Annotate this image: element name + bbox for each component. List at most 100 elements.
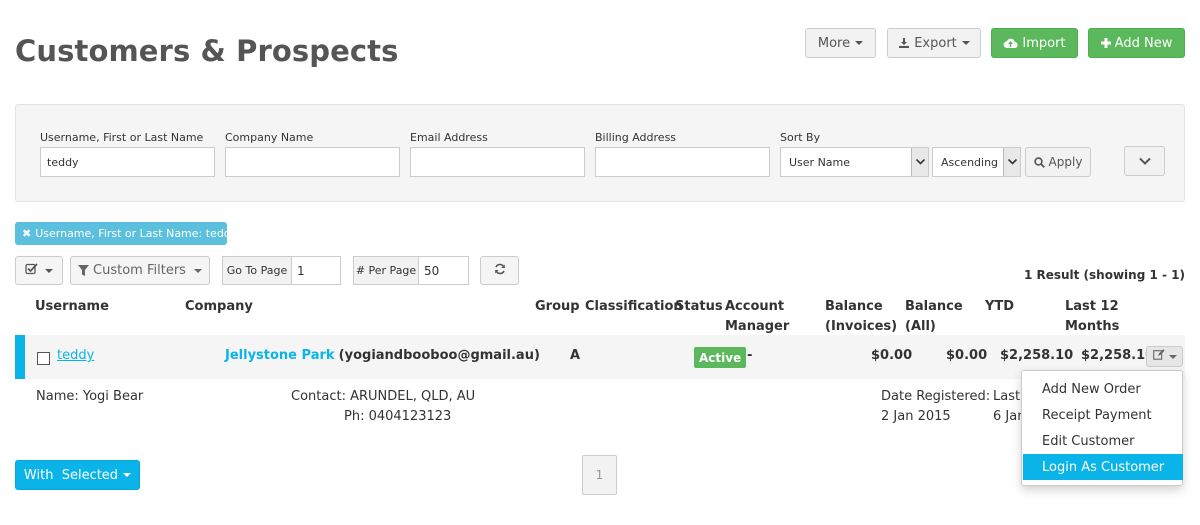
last-12-months-cell: $2,258.10 <box>1081 348 1155 363</box>
close-icon[interactable]: ✖ <box>22 227 31 240</box>
account-manager-cell: - <box>747 348 753 363</box>
date-registered-value: 2 Jan 2015 <box>881 409 951 424</box>
apply-button-label: Apply <box>1048 155 1083 169</box>
sort-by-value: User Name <box>789 155 851 169</box>
column-header-account-manager-line1: Account <box>725 299 785 314</box>
row-actions-button[interactable] <box>1146 346 1183 367</box>
balance-invoices-cell: $0.00 <box>871 348 913 363</box>
import-button-label: Import <box>1022 35 1066 51</box>
go-to-page-label: Go To Page <box>222 256 292 285</box>
row-selection-indicator <box>15 335 25 379</box>
pagination-page[interactable]: 1 <box>582 455 617 495</box>
menu-item-add-new-order[interactable]: Add New Order <box>1023 376 1183 402</box>
chevron-down-icon <box>1003 148 1020 176</box>
select-actions-button[interactable] <box>15 256 63 285</box>
email-filter-label: Email Address <box>410 131 488 144</box>
email-filter-input[interactable] <box>410 147 585 177</box>
expand-filters-button[interactable] <box>1124 146 1165 176</box>
with-selected-label: With Selected <box>23 467 119 483</box>
column-header-last-12-months-line2: Months <box>1065 319 1120 334</box>
username-filter-label: Username, First or Last Name <box>40 131 204 144</box>
column-header-account-manager-line2: Manager <box>725 319 790 334</box>
with-selected-button[interactable]: With Selected <box>15 460 140 490</box>
refresh-button[interactable] <box>480 256 519 285</box>
column-header-account-manager[interactable]: Account Manager <box>725 297 789 337</box>
export-button[interactable]: Export <box>887 28 981 58</box>
column-header-balance-all[interactable]: Balance (All) <box>905 297 963 337</box>
company-link[interactable]: Jellystone Park <box>225 348 335 363</box>
customer-name: Name: Yogi Bear <box>36 389 144 404</box>
company-filter-label: Company Name <box>225 131 314 144</box>
last-activity-label: Last <box>993 389 1021 404</box>
go-to-page-input[interactable]: 1 <box>291 256 341 285</box>
page-title: Customers & Prospects <box>15 34 399 68</box>
group-cell: A <box>570 348 581 363</box>
add-new-button-label: Add New <box>1114 35 1173 51</box>
result-count: 1 Result (showing 1 - 1) <box>1023 268 1185 282</box>
ytd-cell: $2,258.10 <box>1000 348 1074 363</box>
funnel-icon <box>78 265 90 276</box>
username-link[interactable]: teddy <box>57 348 94 363</box>
custom-filters-label: Custom Filters <box>93 263 186 278</box>
more-button[interactable]: More <box>805 28 876 58</box>
username-filter-input[interactable]: teddy <box>40 147 215 177</box>
add-new-button[interactable]: Add New <box>1088 28 1185 58</box>
column-header-username[interactable]: Username <box>35 297 109 317</box>
billing-filter-input[interactable] <box>595 147 770 177</box>
sort-order-select[interactable]: Ascending <box>932 147 1021 177</box>
chevron-down-icon <box>911 148 928 176</box>
column-header-ytd[interactable]: YTD <box>985 297 1014 317</box>
sort-order-value: Ascending <box>941 155 999 169</box>
column-header-balance-invoices[interactable]: Balance (Invoices) <box>825 297 897 337</box>
column-header-classification[interactable]: Classification <box>585 297 683 317</box>
customer-contact: Contact: ARUNDEL, QLD, AU <box>291 389 476 404</box>
sort-by-label: Sort By <box>780 131 821 144</box>
customer-phone: Ph: 0404123123 <box>344 409 452 424</box>
billing-filter-label: Billing Address <box>595 131 677 144</box>
import-button[interactable]: Import <box>991 28 1078 58</box>
sort-by-select[interactable]: User Name <box>780 147 929 177</box>
company-email: (yogiandbooboo@gmail.au) <box>338 348 540 363</box>
chevron-down-icon <box>1138 154 1151 169</box>
column-header-group[interactable]: Group <box>535 297 580 317</box>
search-icon <box>1033 156 1045 168</box>
refresh-icon <box>494 263 506 279</box>
row-checkbox[interactable] <box>37 352 50 365</box>
apply-button[interactable]: Apply <box>1025 147 1091 177</box>
column-header-company[interactable]: Company <box>185 297 253 317</box>
status-badge: Active <box>694 347 747 368</box>
column-header-balance-all-line1: Balance <box>905 299 963 314</box>
column-header-last-12-months[interactable]: Last 12 Months <box>1065 297 1119 337</box>
menu-item-edit-customer[interactable]: Edit Customer <box>1023 428 1183 454</box>
per-page-input[interactable]: 50 <box>418 256 469 285</box>
chevron-down-icon <box>123 473 132 477</box>
checkbox-checked-icon <box>25 262 38 279</box>
row-actions-menu: Add New Order Receipt Payment Edit Custo… <box>1021 370 1183 486</box>
active-filter-chip[interactable]: ✖ Username, First or Last Name: teddy <box>15 222 237 245</box>
company-cell: Jellystone Park (yogiandbooboo@gmail.au) <box>225 348 540 363</box>
column-header-last-12-months-line1: Last 12 <box>1065 299 1119 314</box>
more-button-label: More <box>817 35 851 51</box>
custom-filters-button[interactable]: Custom Filters <box>70 256 210 285</box>
balance-all-cell: $0.00 <box>946 348 988 363</box>
plus-icon <box>1100 38 1111 48</box>
column-header-balance-invoices-line2: (Invoices) <box>825 319 898 334</box>
menu-item-login-as-customer[interactable]: Login As Customer <box>1023 454 1183 480</box>
date-registered-label: Date Registered: <box>881 389 991 404</box>
column-header-balance-invoices-line1: Balance <box>825 299 883 314</box>
chevron-down-icon <box>855 41 864 45</box>
company-filter-input[interactable] <box>225 147 400 177</box>
column-header-balance-all-line2: (All) <box>905 319 936 334</box>
chevron-down-icon <box>1168 354 1177 359</box>
download-icon <box>898 37 910 49</box>
chevron-down-icon <box>961 41 970 45</box>
column-header-status[interactable]: Status <box>675 297 723 317</box>
chevron-down-icon <box>193 268 202 273</box>
chevron-down-icon <box>45 268 53 273</box>
per-page-label: # Per Page <box>353 256 419 285</box>
edit-icon <box>1152 349 1165 364</box>
export-button-label: Export <box>914 35 957 51</box>
active-filter-label: Username, First or Last Name: teddy <box>35 227 238 240</box>
cloud-upload-icon <box>1003 37 1019 49</box>
menu-item-receipt-payment[interactable]: Receipt Payment <box>1023 402 1183 428</box>
